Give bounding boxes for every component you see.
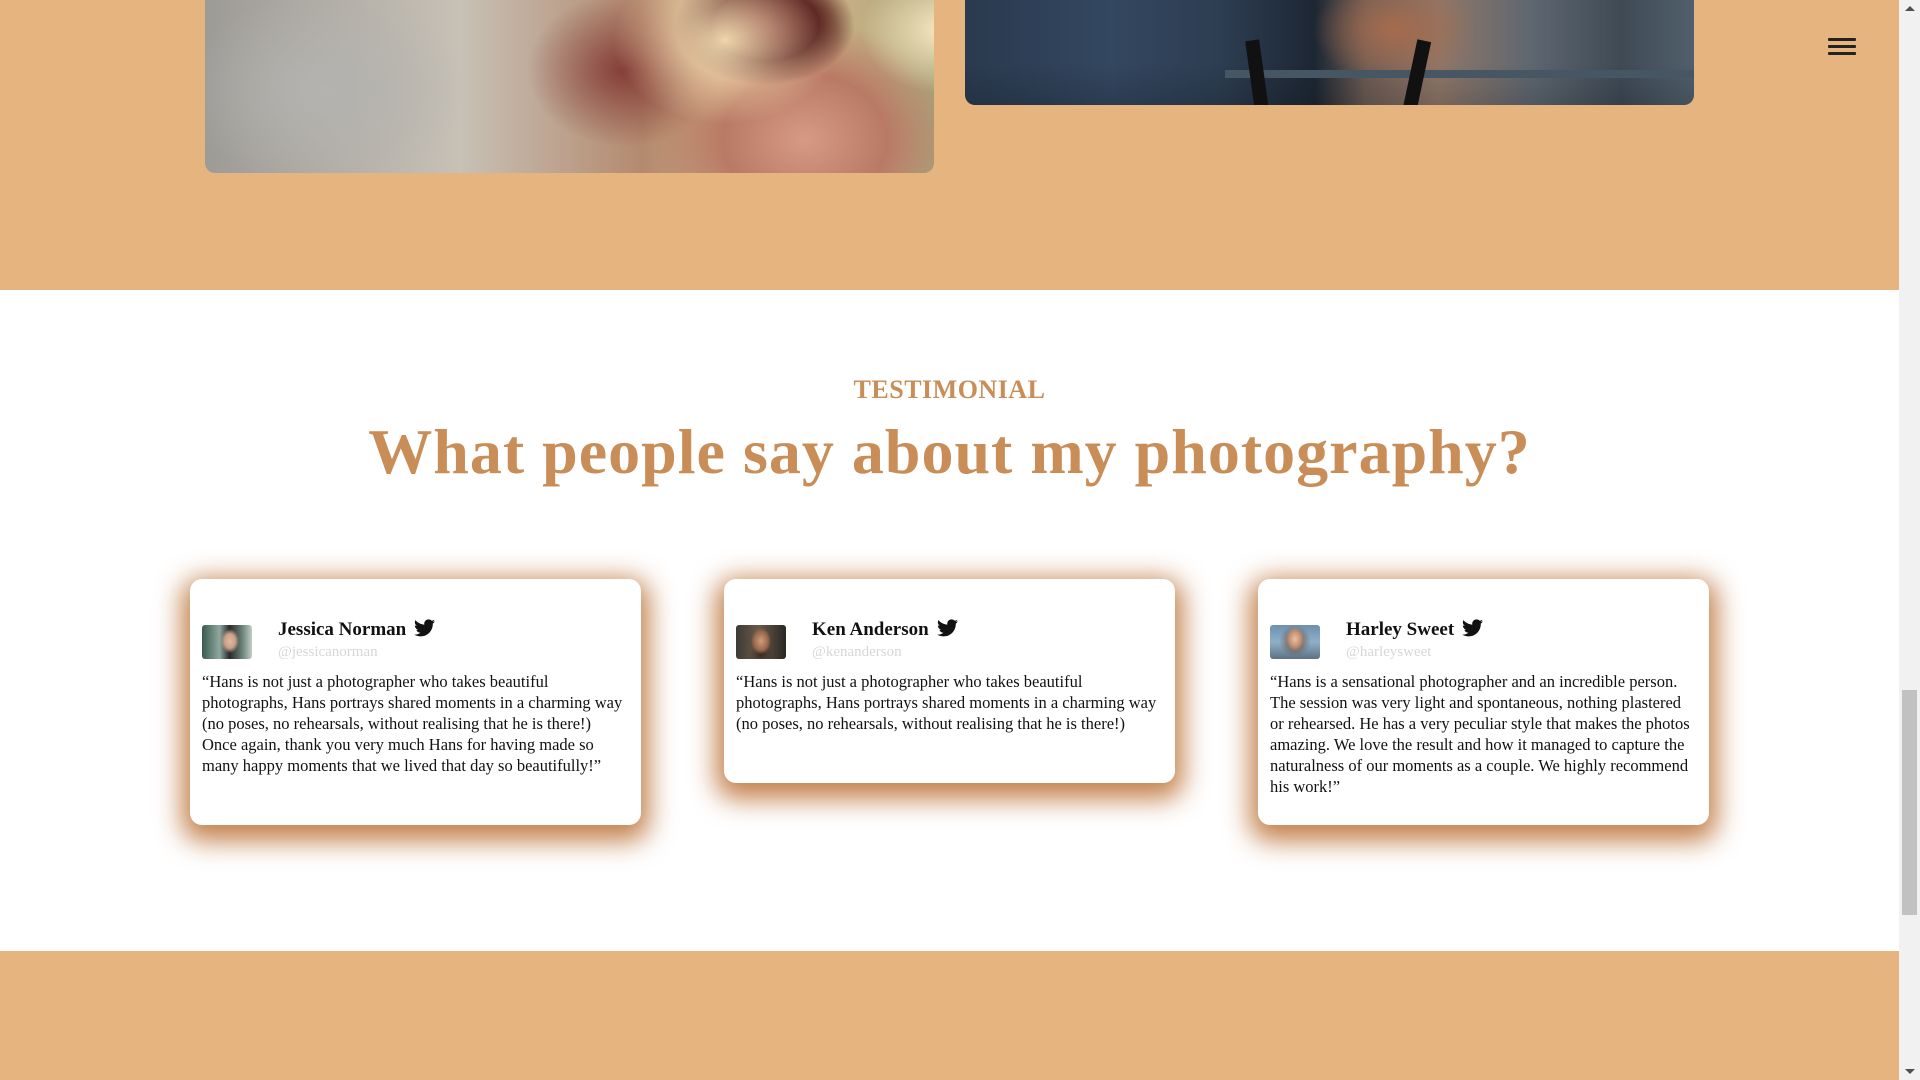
viewport: TESTIMONIAL What people say about my pho… — [0, 0, 1899, 1080]
card-header: Ken Anderson @kenanderson — [736, 619, 1163, 671]
next-section — [0, 951, 1899, 1080]
testimonial-quote: “Hans is not just a photographer who tak… — [736, 672, 1157, 733]
name-row: Ken Anderson — [812, 619, 958, 641]
testimonial-card: Harley Sweet @harleysweet “Hans is a sen… — [1258, 579, 1709, 825]
scroll-down-icon[interactable] — [1905, 1069, 1915, 1074]
avatar — [202, 625, 252, 659]
gallery-photo-photographer[interactable] — [965, 0, 1694, 105]
twitter-bird-icon[interactable] — [414, 619, 436, 637]
reviewer-handle[interactable]: @kenanderson — [812, 644, 902, 661]
gallery-section — [0, 0, 1899, 290]
twitter-bird-icon[interactable] — [1462, 619, 1484, 637]
reviewer-handle[interactable]: @jessicanorman — [278, 644, 378, 661]
card-header: Jessica Norman @jessicanorman — [202, 619, 629, 671]
section-headline: What people say about my photography? — [368, 416, 1531, 487]
testimonial-card: Jessica Norman @jessicanorman “Hans is n… — [190, 579, 641, 825]
reviewer-name: Harley Sweet — [1346, 619, 1455, 640]
reviewer-name: Jessica Norman — [278, 619, 407, 640]
gallery-photo-camera[interactable] — [205, 0, 934, 173]
card-header: Harley Sweet @harleysweet — [1270, 619, 1697, 671]
hamburger-menu-icon[interactable] — [1828, 38, 1856, 58]
twitter-bird-icon[interactable] — [936, 619, 958, 637]
testimonial-quote: “Hans is not just a photographer who tak… — [202, 672, 623, 775]
section-eyebrow: TESTIMONIAL — [853, 375, 1046, 404]
avatar — [736, 625, 786, 659]
name-row: Jessica Norman — [278, 619, 436, 641]
avatar — [1270, 625, 1320, 659]
testimonial-quote: “Hans is a sensational photographer and … — [1270, 672, 1690, 796]
scrollbar-thumb[interactable] — [1902, 690, 1917, 915]
testimonial-card: Ken Anderson @kenanderson “Hans is not j… — [724, 579, 1175, 783]
scroll-up-icon[interactable] — [1905, 6, 1915, 11]
name-row: Harley Sweet — [1346, 619, 1484, 641]
testimonial-section: TESTIMONIAL What people say about my pho… — [0, 290, 1899, 951]
photo-railing — [1225, 70, 1694, 78]
reviewer-handle[interactable]: @harleysweet — [1346, 644, 1431, 661]
page-scrollbar[interactable] — [1899, 0, 1920, 1080]
page: TESTIMONIAL What people say about my pho… — [0, 0, 1920, 1080]
reviewer-name: Ken Anderson — [812, 619, 929, 640]
